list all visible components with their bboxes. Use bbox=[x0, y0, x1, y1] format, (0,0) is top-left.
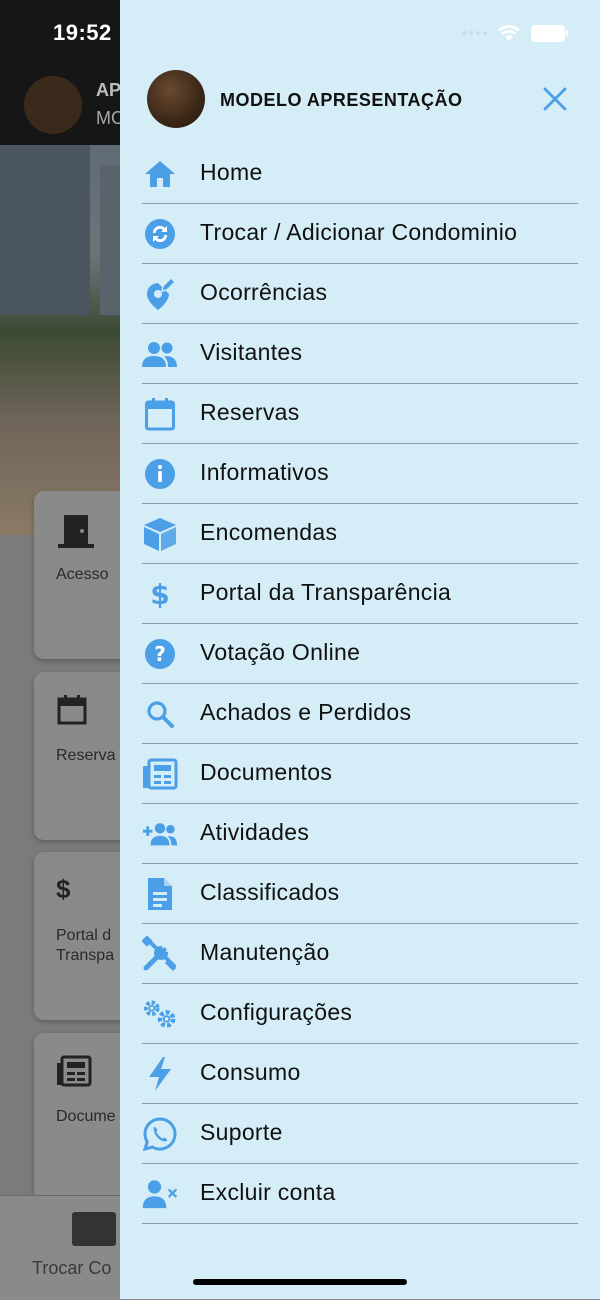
menu-item-classificados[interactable]: Classificados bbox=[142, 864, 578, 924]
map-pin-edit-icon bbox=[142, 277, 178, 311]
newspaper-icon bbox=[142, 757, 178, 791]
dollar-icon: $ bbox=[142, 577, 178, 611]
dashboard-card-documentos[interactable]: Docume bbox=[34, 1033, 134, 1201]
drawer-menu: Home Trocar / Adicionar Condominio Ocorr… bbox=[142, 144, 578, 1224]
calendar-icon bbox=[142, 397, 178, 431]
newspaper-icon bbox=[56, 1055, 92, 1087]
menu-item-label: Excluir conta bbox=[200, 1179, 336, 1205]
document-icon bbox=[142, 877, 178, 911]
dashboard-card-reservas[interactable]: Reserva bbox=[34, 672, 134, 840]
menu-item-excluir-conta[interactable]: Excluir conta bbox=[142, 1164, 578, 1224]
menu-item-portal-transparencia[interactable]: $ Portal da Transparência bbox=[142, 564, 578, 624]
menu-item-label: Manutenção bbox=[200, 939, 330, 965]
help-circle-icon: ? bbox=[142, 637, 178, 671]
sync-icon bbox=[142, 217, 178, 251]
menu-item-manutencao[interactable]: Manutenção bbox=[142, 924, 578, 984]
menu-item-label: Portal da Transparência bbox=[200, 579, 452, 605]
drawer-title: MODELO APRESENTAÇÃO bbox=[220, 90, 463, 110]
gears-icon bbox=[142, 997, 178, 1031]
close-button[interactable] bbox=[538, 84, 572, 114]
battery-icon bbox=[531, 24, 568, 42]
tools-icon bbox=[142, 936, 178, 971]
menu-item-visitantes[interactable]: Visitantes bbox=[142, 324, 578, 384]
home-indicator bbox=[193, 1279, 407, 1285]
header-avatar[interactable] bbox=[24, 76, 82, 134]
building-icon[interactable] bbox=[72, 1212, 116, 1246]
dollar-icon: $ bbox=[56, 874, 71, 904]
menu-item-suporte[interactable]: Suporte bbox=[142, 1104, 578, 1164]
menu-item-encomendas[interactable]: Encomendas bbox=[142, 504, 578, 564]
box-icon bbox=[142, 517, 178, 551]
menu-item-reservas[interactable]: Reservas bbox=[142, 384, 578, 444]
menu-item-documentos[interactable]: Documentos bbox=[142, 744, 578, 804]
menu-item-achados-perdidos[interactable]: Achados e Perdidos bbox=[142, 684, 578, 744]
menu-item-label: Trocar / Adicionar Condominio bbox=[200, 219, 518, 245]
status-time: 19:52 bbox=[53, 20, 112, 45]
building-shape bbox=[0, 145, 90, 315]
menu-item-votacao-online[interactable]: ? Votação Online bbox=[142, 624, 578, 684]
whatsapp-icon bbox=[142, 1117, 178, 1151]
menu-item-label: Configurações bbox=[200, 999, 353, 1025]
svg-text:?: ? bbox=[154, 642, 166, 666]
menu-item-label: Home bbox=[200, 159, 263, 185]
group-add-icon bbox=[142, 817, 178, 851]
door-icon bbox=[56, 513, 96, 549]
info-icon bbox=[142, 457, 178, 491]
menu-item-label: Reservas bbox=[200, 399, 300, 425]
menu-item-label: Votação Online bbox=[200, 639, 361, 665]
menu-item-configuracoes[interactable]: Configurações bbox=[142, 984, 578, 1044]
bottom-tab-label[interactable]: Trocar Co bbox=[32, 1258, 111, 1279]
menu-item-label: Visitantes bbox=[200, 339, 303, 365]
user-remove-icon bbox=[142, 1177, 178, 1211]
svg-text:$: $ bbox=[150, 578, 169, 610]
menu-item-label: Consumo bbox=[200, 1059, 301, 1085]
status-indicators bbox=[462, 24, 568, 42]
wifi-icon bbox=[497, 24, 521, 42]
menu-item-informativos[interactable]: Informativos bbox=[142, 444, 578, 504]
menu-item-label: Suporte bbox=[200, 1119, 283, 1145]
navigation-drawer: MODELO APRESENTAÇÃO Home Trocar / Adicio… bbox=[120, 0, 600, 1299]
calendar-icon bbox=[56, 694, 88, 726]
dashboard-card-acesso[interactable]: Acesso bbox=[34, 491, 134, 659]
people-icon bbox=[142, 337, 178, 371]
menu-item-home[interactable]: Home bbox=[142, 144, 578, 204]
signal-icon bbox=[462, 31, 487, 35]
header-title: AP bbox=[96, 80, 122, 100]
home-icon bbox=[142, 157, 178, 191]
menu-item-label: Classificados bbox=[200, 879, 340, 905]
menu-item-trocar-condominio[interactable]: Trocar / Adicionar Condominio bbox=[142, 204, 578, 264]
menu-item-label: Atividades bbox=[200, 819, 310, 845]
lightning-icon bbox=[142, 1057, 178, 1091]
menu-item-label: Documentos bbox=[200, 759, 333, 785]
search-icon bbox=[142, 697, 178, 731]
avatar bbox=[147, 70, 205, 128]
menu-item-label: Informativos bbox=[200, 459, 329, 485]
menu-item-ocorrencias[interactable]: Ocorrências bbox=[142, 264, 578, 324]
menu-item-label: Achados e Perdidos bbox=[200, 699, 412, 725]
menu-item-consumo[interactable]: Consumo bbox=[142, 1044, 578, 1104]
menu-item-label: Encomendas bbox=[200, 519, 338, 545]
menu-item-label: Ocorrências bbox=[200, 279, 328, 305]
dashboard-card-portal[interactable]: $ Portal d Transpa bbox=[34, 852, 134, 1020]
building-shape bbox=[100, 165, 120, 315]
close-icon bbox=[543, 87, 567, 111]
menu-item-atividades[interactable]: Atividades bbox=[142, 804, 578, 864]
